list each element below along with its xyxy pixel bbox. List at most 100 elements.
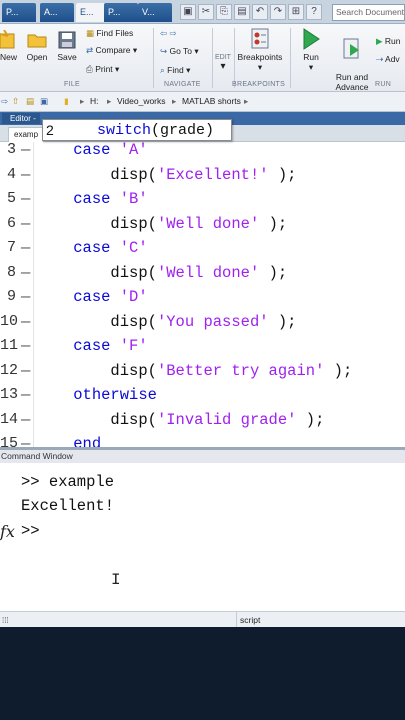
code-line[interactable]: 15— end xyxy=(0,432,405,447)
back-forward-icons[interactable]: ⇦ ⇨ xyxy=(160,28,177,39)
run-section-button[interactable]: ▶ Run xyxy=(376,36,401,47)
code-line[interactable]: 11— case 'F' xyxy=(0,334,405,359)
code-line[interactable]: 6 — disp('Well done' ); xyxy=(0,212,405,237)
code-line[interactable]: 14— disp('Invalid grade' ); xyxy=(0,408,405,433)
line-number: 11 xyxy=(0,337,19,354)
code-line[interactable]: 13— otherwise xyxy=(0,383,405,408)
code-text: case 'B' xyxy=(36,187,147,212)
tab-example-file[interactable]: examp xyxy=(8,127,44,142)
help-icon[interactable]: ? xyxy=(306,4,322,20)
code-string: 'Excellent!' xyxy=(156,165,269,184)
code-token: ); xyxy=(296,410,325,429)
divider xyxy=(234,28,235,88)
up-folder-icon[interactable]: ⇧ xyxy=(12,96,19,107)
breakpoint-marker[interactable]: — xyxy=(21,261,30,286)
browse-folder-icon[interactable]: ▤ xyxy=(26,96,34,107)
breakpoint-marker[interactable]: — xyxy=(21,432,30,447)
code-line[interactable]: 5 — case 'B' xyxy=(0,187,405,212)
chevron-down-icon: ▾ xyxy=(186,65,191,75)
find-icon: ⌕ xyxy=(160,65,165,75)
window-tab[interactable]: P... xyxy=(104,3,138,22)
save-icon[interactable]: ▣ xyxy=(180,4,196,20)
breakpoint-marker[interactable]: — xyxy=(21,408,30,433)
section-label-file: FILE xyxy=(64,81,80,88)
cut-icon[interactable]: ✂ xyxy=(198,4,214,20)
breakpoint-marker[interactable]: — xyxy=(21,359,30,384)
chevron-down-icon: ▾ xyxy=(115,64,120,74)
paste-icon[interactable]: ▤ xyxy=(234,4,250,20)
breakpoint-marker[interactable]: — xyxy=(21,334,30,359)
chevron-down-icon: ▾ xyxy=(257,62,263,72)
breakpoints-button[interactable]: Breakpoints ▾ xyxy=(236,28,284,73)
find-button[interactable]: ⌕ Find ▾ xyxy=(160,65,190,76)
resize-grip-icon[interactable]: ⁞⁞⁞ xyxy=(2,616,9,625)
window-tab[interactable]: P... xyxy=(2,3,36,22)
code-string: 'Invalid grade' xyxy=(156,410,297,429)
code-line[interactable]: 10— disp('You passed' ); xyxy=(0,310,405,335)
command-prompt[interactable]: >> xyxy=(21,522,40,540)
breakpoint-marker[interactable]: — xyxy=(21,187,30,212)
code-text: case 'D' xyxy=(36,285,147,310)
line-number: 15 xyxy=(0,435,19,447)
breadcrumb-drive[interactable]: H: xyxy=(90,96,99,106)
run-button[interactable]: Run ▾ xyxy=(295,28,327,73)
compare-button[interactable]: ⇄ Compare ▾ xyxy=(86,45,137,56)
code-token: disp( xyxy=(110,312,157,331)
search-documentation-input[interactable]: Search Documentation xyxy=(332,4,405,21)
breadcrumb-folder[interactable]: MATLAB shorts xyxy=(182,96,241,106)
code-text: case 'C' xyxy=(36,236,147,261)
code-line[interactable]: 7 — case 'C' xyxy=(0,236,405,261)
breakpoints-icon xyxy=(251,28,269,49)
switch-windows-icon[interactable]: ⊞ xyxy=(288,4,304,20)
save-icon xyxy=(58,31,76,49)
run-icon xyxy=(303,28,320,50)
breakpoint-marker[interactable]: — xyxy=(21,310,30,335)
find-files-button[interactable]: ▦ Find Files xyxy=(86,28,133,39)
advance-button[interactable]: ⇢ Adv xyxy=(376,54,400,65)
print-button[interactable]: ⎙ Print ▾ xyxy=(86,64,119,75)
run-and-advance-button[interactable]: Run and Advance xyxy=(332,28,372,92)
code-line[interactable]: 9 — case 'D' xyxy=(0,285,405,310)
chevron-down-icon: ▾ xyxy=(194,46,199,56)
run-section-icon: ▶ xyxy=(376,36,383,46)
command-window[interactable]: >> example Excellent! fx >> I xyxy=(0,463,405,611)
divider xyxy=(290,28,291,88)
open-button[interactable]: Open xyxy=(24,30,50,62)
window-tab[interactable]: A... xyxy=(40,3,74,22)
undo-icon[interactable]: ↶ xyxy=(252,4,268,20)
new-button[interactable]: New xyxy=(0,30,17,62)
breakpoint-marker[interactable]: — xyxy=(21,212,30,237)
breadcrumb-folder[interactable]: Video_works xyxy=(117,96,166,106)
window-tab[interactable]: V... xyxy=(138,3,172,22)
history-icon[interactable]: ▣ xyxy=(40,96,48,107)
breakpoint-marker[interactable]: — xyxy=(21,285,30,310)
nav-arrows-icon[interactable]: ⇨ xyxy=(1,96,8,107)
window-tab-strip: P... A... E... P... V... ▣ ✂ ⎘ ▤ ↶ ↷ ⊞ ?… xyxy=(0,0,405,24)
code-token: disp( xyxy=(110,165,157,184)
redo-icon[interactable]: ↷ xyxy=(270,4,286,20)
breakpoint-marker[interactable]: — xyxy=(21,142,30,163)
status-bar: ⁞⁞⁞ script xyxy=(0,611,405,628)
code-line[interactable]: 8 — disp('Well done' ); xyxy=(0,261,405,286)
save-button[interactable]: Save xyxy=(54,30,80,62)
tooltip-line-number: 2 xyxy=(46,122,54,138)
tooltip-code: switch(grade) xyxy=(97,122,215,139)
breakpoint-marker[interactable]: — xyxy=(21,163,30,188)
code-editor[interactable]: 3— case 'A' 4— disp('Excellent!' ); 5— cas… xyxy=(0,142,405,447)
fx-icon[interactable]: fx xyxy=(0,522,15,541)
edit-section-button[interactable]: EDIT ▾ xyxy=(213,54,233,72)
code-text: disp('Well done' ); xyxy=(36,212,287,237)
breakpoint-marker[interactable]: — xyxy=(21,236,30,261)
quick-access-toolbar: ▣ ✂ ⎘ ▤ ↶ ↷ ⊞ ? xyxy=(180,4,322,21)
code-keyword: case xyxy=(73,239,120,257)
command-output: Excellent! xyxy=(21,497,115,515)
chevron-right-icon: ▸ xyxy=(107,96,112,106)
code-keyword: case xyxy=(73,337,120,355)
code-token: disp( xyxy=(110,361,157,380)
code-token: ); xyxy=(259,263,288,282)
copy-icon[interactable]: ⎘ xyxy=(216,4,232,20)
code-string: 'Well done' xyxy=(156,214,260,233)
breakpoint-marker[interactable]: — xyxy=(21,383,30,408)
code-line[interactable]: 12— disp('Better try again' ); xyxy=(0,359,405,384)
goto-button[interactable]: ↪ Go To ▾ xyxy=(160,46,199,57)
